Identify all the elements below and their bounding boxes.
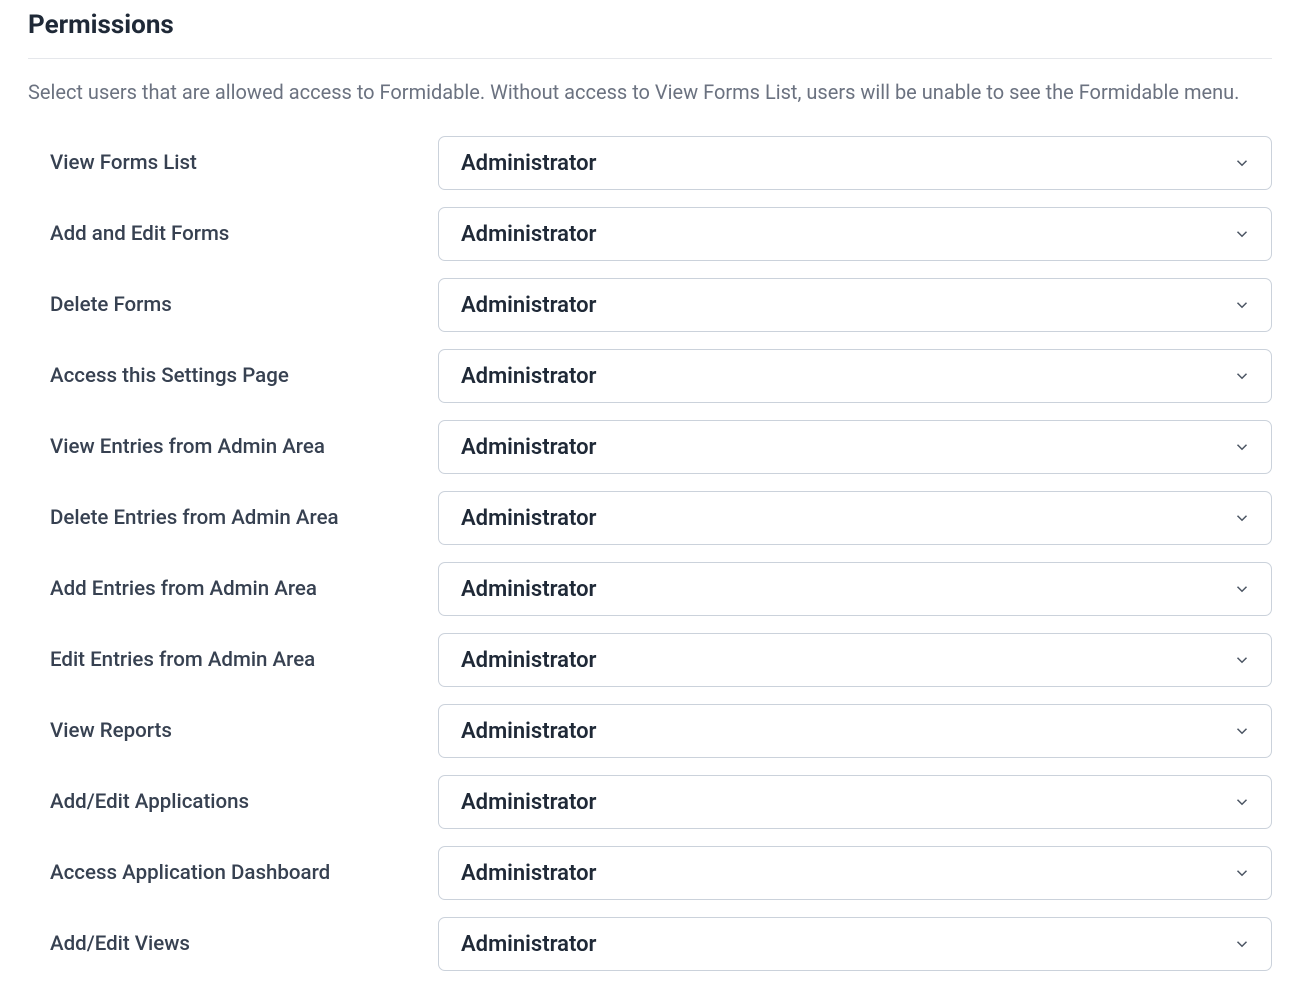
permission-label: Access Application Dashboard [50,861,438,885]
permission-row: Delete Forms Administrator [50,278,1272,332]
chevron-down-icon [1233,438,1251,456]
role-select-value: Administrator [461,861,596,886]
chevron-down-icon [1233,296,1251,314]
permission-label: Add Entries from Admin Area [50,577,438,601]
permission-row: Add Entries from Admin Area Administrator [50,562,1272,616]
chevron-down-icon [1233,793,1251,811]
role-select-value: Administrator [461,222,596,247]
permission-row: Add/Edit Views Administrator [50,917,1272,971]
permission-label: View Forms List [50,151,438,175]
permission-row: Add and Edit Forms Administrator [50,207,1272,261]
role-select-value: Administrator [461,719,596,744]
role-select[interactable]: Administrator [438,420,1272,474]
permission-row: Access Application Dashboard Administrato… [50,846,1272,900]
role-select[interactable]: Administrator [438,846,1272,900]
chevron-down-icon [1233,154,1251,172]
role-select-value: Administrator [461,577,596,602]
permission-row: View Reports Administrator [50,704,1272,758]
section-description: Select users that are allowed access to … [28,59,1272,136]
permission-row: Access this Settings Page Administrator [50,349,1272,403]
permission-label: Edit Entries from Admin Area [50,648,438,672]
permission-label: Access this Settings Page [50,364,438,388]
role-select-value: Administrator [461,932,596,957]
role-select[interactable]: Administrator [438,917,1272,971]
role-select[interactable]: Administrator [438,491,1272,545]
permission-label: Add/Edit Applications [50,790,438,814]
role-select[interactable]: Administrator [438,278,1272,332]
chevron-down-icon [1233,580,1251,598]
role-select-value: Administrator [461,648,596,673]
role-select-value: Administrator [461,790,596,815]
permission-label: Add/Edit Views [50,932,438,956]
chevron-down-icon [1233,864,1251,882]
chevron-down-icon [1233,225,1251,243]
role-select-value: Administrator [461,293,596,318]
permission-label: Add and Edit Forms [50,222,438,246]
permission-row: View Entries from Admin Area Administrato… [50,420,1272,474]
permission-label: Delete Entries from Admin Area [50,506,438,530]
permission-label: View Reports [50,719,438,743]
permission-row: Add/Edit Applications Administrator [50,775,1272,829]
permissions-panel: Permissions Select users that are allowe… [0,0,1300,971]
chevron-down-icon [1233,367,1251,385]
chevron-down-icon [1233,651,1251,669]
chevron-down-icon [1233,722,1251,740]
permissions-rows: View Forms ListAdministratorAdd and Edit… [28,136,1272,971]
role-select[interactable]: Administrator [438,136,1272,190]
chevron-down-icon [1233,509,1251,527]
role-select[interactable]: Administrator [438,562,1272,616]
role-select-value: Administrator [461,364,596,389]
permission-label: Delete Forms [50,293,438,317]
role-select-value: Administrator [461,506,596,531]
permission-row: Delete Entries from Admin Area Administra… [50,491,1272,545]
section-title: Permissions [28,10,1272,59]
role-select[interactable]: Administrator [438,633,1272,687]
role-select[interactable]: Administrator [438,349,1272,403]
role-select-value: Administrator [461,151,596,176]
permission-row: Edit Entries from Admin Area Administrato… [50,633,1272,687]
role-select-value: Administrator [461,435,596,460]
role-select[interactable]: Administrator [438,704,1272,758]
permission-label: View Entries from Admin Area [50,435,438,459]
role-select[interactable]: Administrator [438,775,1272,829]
chevron-down-icon [1233,935,1251,953]
role-select[interactable]: Administrator [438,207,1272,261]
permission-row: View Forms List Administrator [50,136,1272,190]
